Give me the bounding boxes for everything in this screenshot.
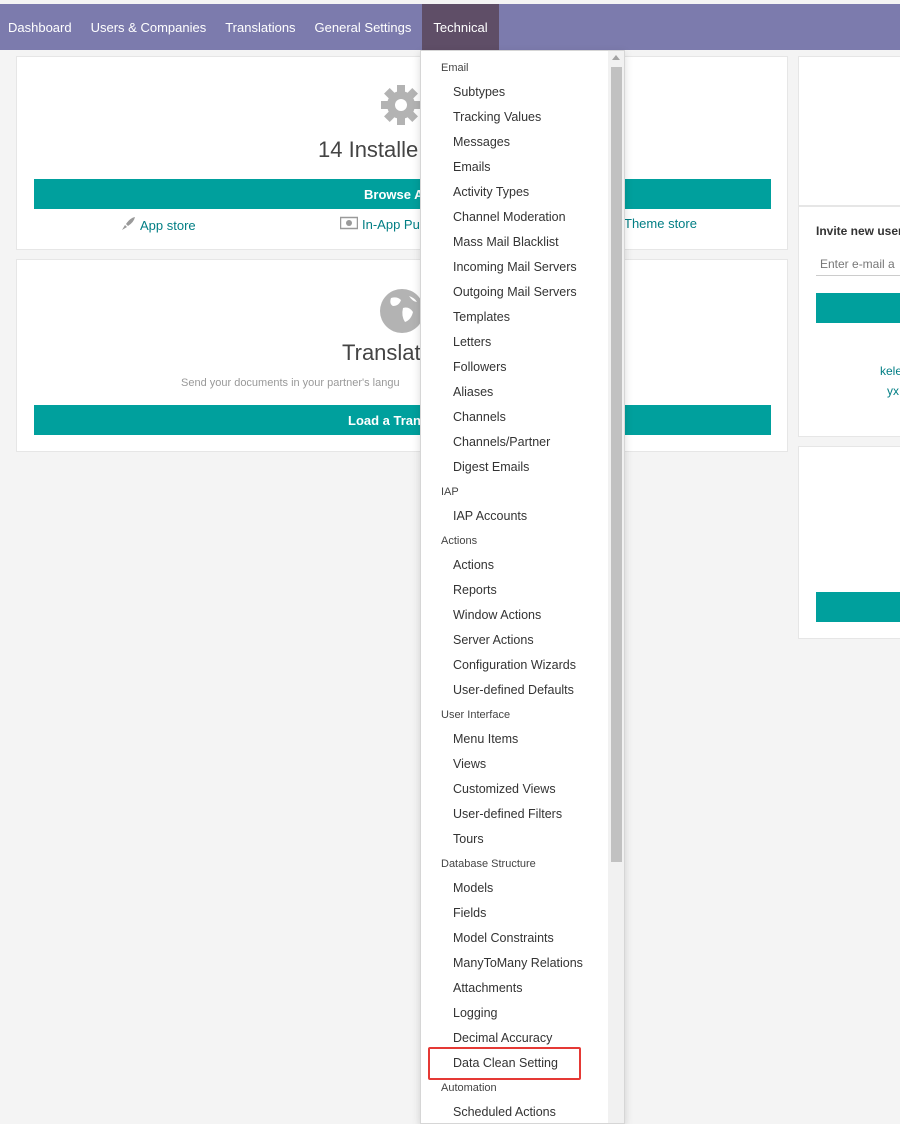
menu-item[interactable]: Tracking Values — [453, 110, 541, 124]
load-translation-button[interactable]: Load a Trans — [34, 405, 771, 435]
menu-item[interactable]: Configuration Wizards — [453, 658, 576, 672]
menu-item[interactable]: Window Actions — [453, 608, 541, 622]
right-top-card — [798, 56, 900, 206]
rocket-icon — [120, 216, 136, 235]
menu-item[interactable]: Customized Views — [453, 782, 556, 796]
app-store-link[interactable]: App store — [120, 216, 196, 235]
installed-apps-title: 14 Installe — [318, 137, 419, 162]
invite-title: Invite new user — [816, 224, 900, 238]
browse-apps-button[interactable]: Browse A — [34, 179, 771, 209]
translations-subtitle: Send your documents in your partner's la… — [181, 377, 400, 389]
nav-general-settings[interactable]: General Settings — [307, 4, 420, 50]
invite-card: Invite new user kele yx — [798, 206, 900, 437]
menu-item[interactable]: Letters — [453, 335, 491, 349]
in-app-purchases-link[interactable]: In-App Pu — [339, 216, 420, 233]
menu-item[interactable]: User-defined Filters — [453, 807, 562, 821]
menu-section-header: Actions — [441, 535, 478, 547]
money-icon — [339, 216, 359, 233]
menu-item[interactable]: Aliases — [453, 385, 493, 399]
menu-item[interactable]: Scheduled Actions — [453, 1105, 556, 1119]
menu-section-header: User Interface — [441, 709, 511, 721]
scroll-up-arrow-icon[interactable] — [612, 55, 620, 60]
menu-item[interactable]: Menu Items — [453, 732, 518, 746]
menu-item[interactable]: Reports — [453, 583, 497, 597]
translations-title: Translat — [342, 340, 421, 365]
theme-store-link[interactable]: Theme store — [624, 216, 697, 231]
gear-icon — [379, 83, 423, 132]
menu-item[interactable]: Emails — [453, 160, 491, 174]
menu-section-header: Automation — [441, 1082, 497, 1094]
right-bottom-card — [798, 446, 900, 639]
menu-item[interactable]: User-defined Defaults — [453, 683, 574, 697]
translations-card: Translat Send your documents in your par… — [16, 259, 788, 452]
menu-item[interactable]: Templates — [453, 310, 510, 324]
menu-item[interactable]: Channel Moderation — [453, 210, 566, 224]
menu-item[interactable]: Incoming Mail Servers — [453, 260, 577, 274]
top-navbar: Dashboard Users & Companies Translations… — [0, 4, 900, 50]
menu-item[interactable]: Outgoing Mail Servers — [453, 285, 577, 299]
scrollbar-thumb[interactable] — [611, 67, 622, 862]
menu-section-header: Email — [441, 62, 469, 74]
globe-icon — [379, 288, 425, 339]
theme-store-label: Theme store — [624, 216, 697, 231]
menu-section-header: Database Structure — [441, 858, 536, 870]
menu-item[interactable]: IAP Accounts — [453, 509, 527, 523]
menu-item[interactable]: ManyToMany Relations — [453, 956, 583, 970]
menu-item[interactable]: Digest Emails — [453, 460, 529, 474]
menu-item[interactable]: Decimal Accuracy — [453, 1031, 552, 1045]
highlight-box — [428, 1047, 581, 1080]
nav-users-companies[interactable]: Users & Companies — [83, 4, 215, 50]
nav-technical[interactable]: Technical — [422, 4, 499, 50]
app-store-label: App store — [140, 218, 196, 233]
menu-item[interactable]: Fields — [453, 906, 486, 920]
menu-item[interactable]: Tours — [453, 832, 484, 846]
browse-apps-label: Browse A — [364, 186, 424, 202]
menu-item[interactable]: Mass Mail Blacklist — [453, 235, 559, 249]
invite-button[interactable] — [816, 293, 900, 323]
menu-item[interactable]: Actions — [453, 558, 494, 572]
right-card-button[interactable] — [816, 592, 900, 622]
nav-translations[interactable]: Translations — [217, 4, 303, 50]
apps-card: 14 Installe Browse A App store In-App Pu… — [16, 56, 788, 250]
in-app-purchases-label: In-App Pu — [362, 217, 420, 232]
nav-dashboard[interactable]: Dashboard — [0, 4, 80, 50]
menu-item[interactable]: Attachments — [453, 981, 522, 995]
menu-item[interactable]: Models — [453, 881, 493, 895]
menu-item[interactable]: Logging — [453, 1006, 498, 1020]
menu-item[interactable]: Channels/Partner — [453, 435, 550, 449]
invite-email-input[interactable] — [816, 252, 900, 276]
technical-dropdown-menu: Email Subtypes Tracking Values Messages Emai… — [420, 50, 625, 1124]
menu-item[interactable]: Channels — [453, 410, 506, 424]
menu-item[interactable]: Activity Types — [453, 185, 529, 199]
invited-user-link[interactable]: kele — [880, 364, 900, 378]
menu-item[interactable]: Model Constraints — [453, 931, 554, 945]
menu-item[interactable]: Views — [453, 757, 486, 771]
load-translation-label: Load a Trans — [348, 412, 429, 428]
invited-user-link[interactable]: yx — [887, 384, 899, 398]
menu-item[interactable]: Followers — [453, 360, 507, 374]
menu-section-header: IAP — [441, 486, 459, 498]
menu-item[interactable]: Messages — [453, 135, 510, 149]
menu-item[interactable]: Subtypes — [453, 85, 505, 99]
menu-item[interactable]: Server Actions — [453, 633, 534, 647]
